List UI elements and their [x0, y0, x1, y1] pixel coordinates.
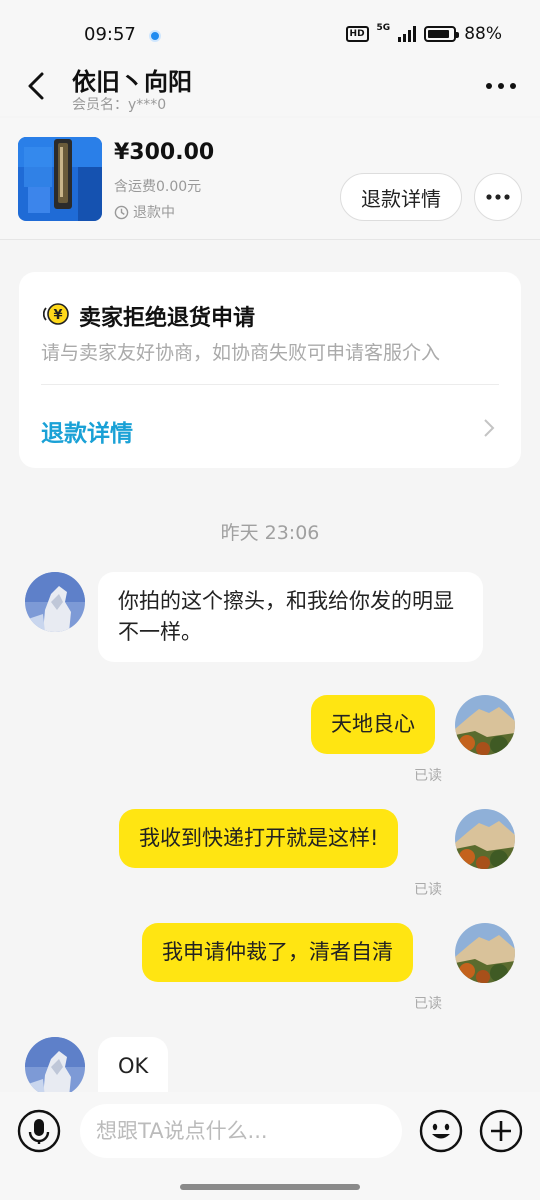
more-icon [486, 194, 510, 200]
svg-text:¥: ¥ [53, 308, 62, 323]
notice-title: 卖家拒绝退货申请 [79, 306, 256, 331]
divider [41, 384, 499, 385]
seller-avatar[interactable] [25, 572, 85, 632]
my-avatar[interactable] [455, 923, 515, 983]
refund-details-button[interactable]: 退款详情 [340, 173, 462, 221]
voice-icon[interactable] [17, 1109, 61, 1153]
read-receipt: 已读 [414, 768, 442, 784]
product-more-button[interactable] [474, 173, 522, 221]
product-thumbnail[interactable] [18, 137, 102, 221]
notice-refund-details-link[interactable]: 退款详情 [41, 414, 133, 448]
status-indicators: HD 5G 88% [345, 23, 502, 44]
notification-dot-icon [149, 30, 161, 42]
battery-percent: 88% [464, 24, 502, 44]
member-name: 会员名：y***0 [72, 97, 167, 113]
message-input[interactable] [80, 1104, 402, 1158]
message-bubble-incoming[interactable]: OK [98, 1037, 169, 1092]
message-bubble-outgoing[interactable]: 我收到快递打开就是这样! [119, 809, 399, 868]
product-price: ¥300.00 [114, 140, 215, 165]
refund-status-label: 退款中 [133, 205, 175, 221]
plus-icon[interactable] [479, 1109, 523, 1153]
message-bubble-incoming[interactable]: 你拍的这个擦头，和我给你发的明显不一样。 [98, 572, 483, 662]
message-input-bar [0, 1092, 540, 1200]
refund-notice-card: ¥ 卖家拒绝退货申请 请与卖家友好协商，如协商失败可申请客服介入 退款详情 [19, 272, 521, 468]
status-time: 09:57 [84, 24, 136, 45]
emoji-icon[interactable] [419, 1109, 463, 1153]
hd-icon: HD [345, 26, 369, 42]
refund-coin-icon: ¥ [43, 303, 69, 325]
chevron-right-icon[interactable] [483, 418, 495, 438]
more-icon[interactable] [484, 74, 518, 98]
clock-icon [114, 205, 129, 219]
my-avatar[interactable] [455, 695, 515, 755]
product-summary: ¥300.00 含运费0.00元 退款中 退款详情 [0, 118, 540, 240]
message-bubble-outgoing[interactable]: 天地良心 [311, 695, 435, 754]
seller-avatar[interactable] [25, 1037, 85, 1097]
battery-icon [424, 26, 460, 42]
my-avatar[interactable] [455, 809, 515, 869]
network-type: 5G [376, 23, 391, 33]
chat-timestamp: 昨天 23:06 [220, 522, 320, 544]
message-bubble-outgoing[interactable]: 我申请仲裁了，清者自清 [142, 923, 413, 982]
shipping-fee: 含运费0.00元 [114, 179, 202, 195]
signal-icon [398, 26, 417, 42]
back-arrow-icon[interactable] [22, 68, 52, 104]
refund-status: 退款中 [114, 202, 175, 222]
read-receipt: 已读 [414, 882, 442, 898]
read-receipt: 已读 [414, 996, 442, 1012]
contact-name: 依旧丶向阳 [72, 68, 192, 96]
chat-header: 依旧丶向阳 会员名：y***0 [0, 56, 540, 116]
home-indicator [180, 1184, 360, 1190]
notice-description: 请与卖家友好协商，如协商失败可申请客服介入 [41, 342, 441, 364]
